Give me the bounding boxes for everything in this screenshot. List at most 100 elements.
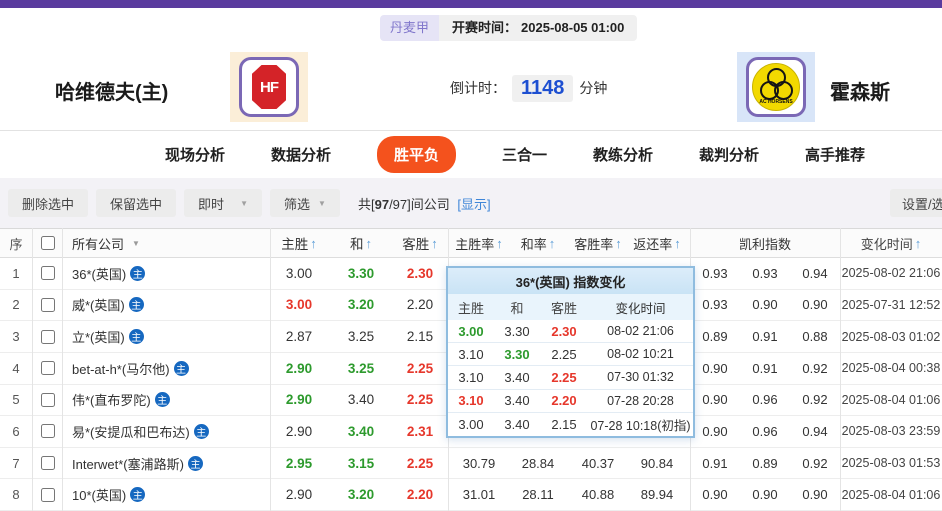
popup-change-time: 07-30 01:32 — [607, 370, 674, 385]
kelly-draw: 0.90 — [752, 297, 778, 313]
delete-selected-button[interactable]: 删除选中 — [8, 189, 89, 217]
header-seq: 序 — [9, 236, 23, 252]
change-time: 2025-08-04 01:06 — [841, 487, 941, 502]
odds-away: 2.30 — [406, 265, 434, 281]
row-checkbox[interactable] — [40, 329, 55, 344]
kelly-home: 0.90 — [702, 487, 728, 503]
kelly-away: 0.92 — [802, 392, 828, 408]
row-checkbox-cell — [33, 258, 62, 289]
tab-win-draw-lose[interactable]: 胜平负 — [376, 136, 456, 173]
row-checkbox[interactable] — [40, 361, 55, 376]
header-home-rate-label: 主胜率 — [455, 236, 495, 252]
odds-draw: 3.25 — [347, 360, 375, 376]
change-time: 2025-08-04 00:38 — [841, 361, 941, 376]
company-name[interactable]: 威*(英国) 主 — [72, 290, 268, 321]
company-name[interactable]: Interwet*(塞浦路斯) 主 — [72, 448, 268, 479]
kelly-home: 0.93 — [702, 297, 728, 313]
row-checkbox[interactable] — [40, 424, 55, 439]
countdown-unit: 分钟 — [579, 80, 608, 96]
kelly-home: 0.90 — [702, 360, 728, 376]
header-home-odds[interactable]: 主胜 ↑ — [268, 229, 330, 257]
tab-data-analysis[interactable]: 数据分析 — [271, 144, 331, 165]
draw-rate: 28.84 — [521, 455, 555, 471]
company-name[interactable]: 立*(英国) 主 — [72, 321, 268, 352]
keep-selected-button[interactable]: 保留选中 — [96, 189, 177, 217]
main-company-icon: 主 — [128, 297, 144, 313]
row-checkbox[interactable] — [40, 487, 55, 502]
popup-row: 3.00 3.40 2.15 07-28 10:18(初指) — [448, 413, 693, 436]
popup-odds-home: 3.00 — [458, 323, 484, 339]
popup-change-time: 07-28 10:18(初指) — [590, 418, 691, 433]
odds-home: 2.90 — [285, 423, 313, 439]
countdown-value: 1148 — [512, 74, 574, 102]
header-draw-odds[interactable]: 和 ↑ — [330, 229, 392, 257]
filter-dropdown[interactable]: 筛选 ▼ — [270, 189, 340, 217]
header-change-time-label: 变化时间 — [860, 236, 913, 252]
odds-home: 2.90 — [285, 360, 313, 376]
company-name[interactable]: 10*(英国) 主 — [72, 479, 268, 510]
row-checkbox[interactable] — [40, 297, 55, 312]
company-name-label: 立*(英国) — [72, 330, 125, 346]
odds-away: 2.25 — [406, 392, 434, 408]
filter-dropdown-label: 筛选 — [284, 196, 311, 212]
header-draw-rate[interactable]: 和率 ↑ — [508, 229, 568, 257]
instant-dropdown[interactable]: 即时 ▼ — [184, 189, 263, 217]
company-name[interactable]: 伟*(直布罗陀) 主 — [72, 385, 268, 416]
tab-expert-picks[interactable]: 高手推荐 — [805, 144, 865, 165]
sort-asc-icon: ↑ — [615, 235, 622, 251]
show-link[interactable]: [显示] — [457, 197, 490, 212]
sort-asc-icon: ↑ — [431, 235, 438, 251]
kelly-draw: 0.90 — [752, 487, 778, 503]
company-name-label: 伟*(直布罗陀) — [72, 393, 151, 409]
kickoff-label: 开赛时间： — [452, 20, 518, 35]
header-payout-rate[interactable]: 返还率 ↑ — [628, 229, 686, 257]
kelly-draw: 0.96 — [752, 423, 778, 439]
tab-live-analysis[interactable]: 现场分析 — [165, 144, 225, 165]
header-home-label: 主胜 — [281, 237, 309, 252]
row-checkbox[interactable] — [40, 392, 55, 407]
column-divider — [270, 228, 271, 511]
company-name[interactable]: 36*(英国) 主 — [72, 258, 268, 289]
kelly-away: 0.90 — [802, 297, 828, 313]
odds-home: 2.90 — [285, 392, 313, 408]
popup-odds-away: 2.25 — [551, 346, 577, 362]
row-checkbox[interactable] — [40, 456, 55, 471]
main-company-icon: 主 — [193, 423, 209, 439]
company-name[interactable]: 易*(安提瓜和巴布达) 主 — [72, 416, 268, 447]
header-home-rate[interactable]: 主胜率 ↑ — [450, 229, 508, 257]
main-company-icon: 主 — [173, 360, 189, 376]
tab-coach-analysis[interactable]: 教练分析 — [593, 144, 653, 165]
payout-rate: 89.94 — [640, 487, 674, 503]
popup-change-time: 07-28 20:28 — [607, 393, 674, 408]
odds-away: 2.25 — [406, 455, 434, 471]
home-win-rate: 30.79 — [462, 455, 496, 471]
header-change-time[interactable]: 变化时间 ↑ — [840, 229, 942, 257]
popup-header-time: 变化时间 — [615, 301, 666, 316]
company-name[interactable]: bet-at-h*(马尔他) 主 — [72, 353, 268, 384]
row-checkbox[interactable] — [40, 266, 55, 281]
settings-select-button[interactable]: 设置/选择 — [890, 189, 942, 217]
popup-row: 3.10 3.40 2.25 07-30 01:32 — [448, 366, 693, 390]
header-draw-rate-label: 和率 — [520, 236, 547, 252]
odds-draw: 3.25 — [347, 329, 375, 345]
kickoff-time: 开赛时间： 2025-08-05 01:00 — [439, 15, 638, 41]
sort-asc-icon: ↑ — [674, 235, 681, 251]
header-away-rate[interactable]: 客胜率 ↑ — [568, 229, 628, 257]
header-away-odds[interactable]: 客胜 ↑ — [392, 229, 448, 257]
main-company-icon: 主 — [130, 487, 146, 503]
kelly-draw: 0.93 — [752, 265, 778, 281]
tab-three-in-one[interactable]: 三合一 — [502, 144, 547, 165]
sort-asc-icon: ↑ — [310, 235, 317, 251]
header-company[interactable]: 所有公司 ▼ — [72, 229, 268, 257]
change-time: 2025-08-03 01:02 — [841, 329, 941, 344]
change-time: 2025-08-03 23:59 — [841, 424, 941, 439]
brand-top-bar — [0, 0, 942, 8]
tab-referee-analysis[interactable]: 裁判分析 — [699, 144, 759, 165]
kelly-draw: 0.91 — [752, 329, 778, 345]
company-count-suffix: /97]间公司 — [389, 196, 450, 212]
sort-asc-icon: ↑ — [496, 235, 503, 251]
toolbar: 删除选中 保留选中 即时 ▼ 筛选 ▼ 共[97/97]间公司 [显示] 设置/… — [0, 178, 942, 228]
table-row: 8 10*(英国) 主 2.90 3.20 2.20 31.01 28.11 40.88 89.9… — [0, 479, 942, 511]
odds-home: 2.90 — [285, 487, 313, 503]
select-all-checkbox[interactable] — [40, 236, 55, 250]
